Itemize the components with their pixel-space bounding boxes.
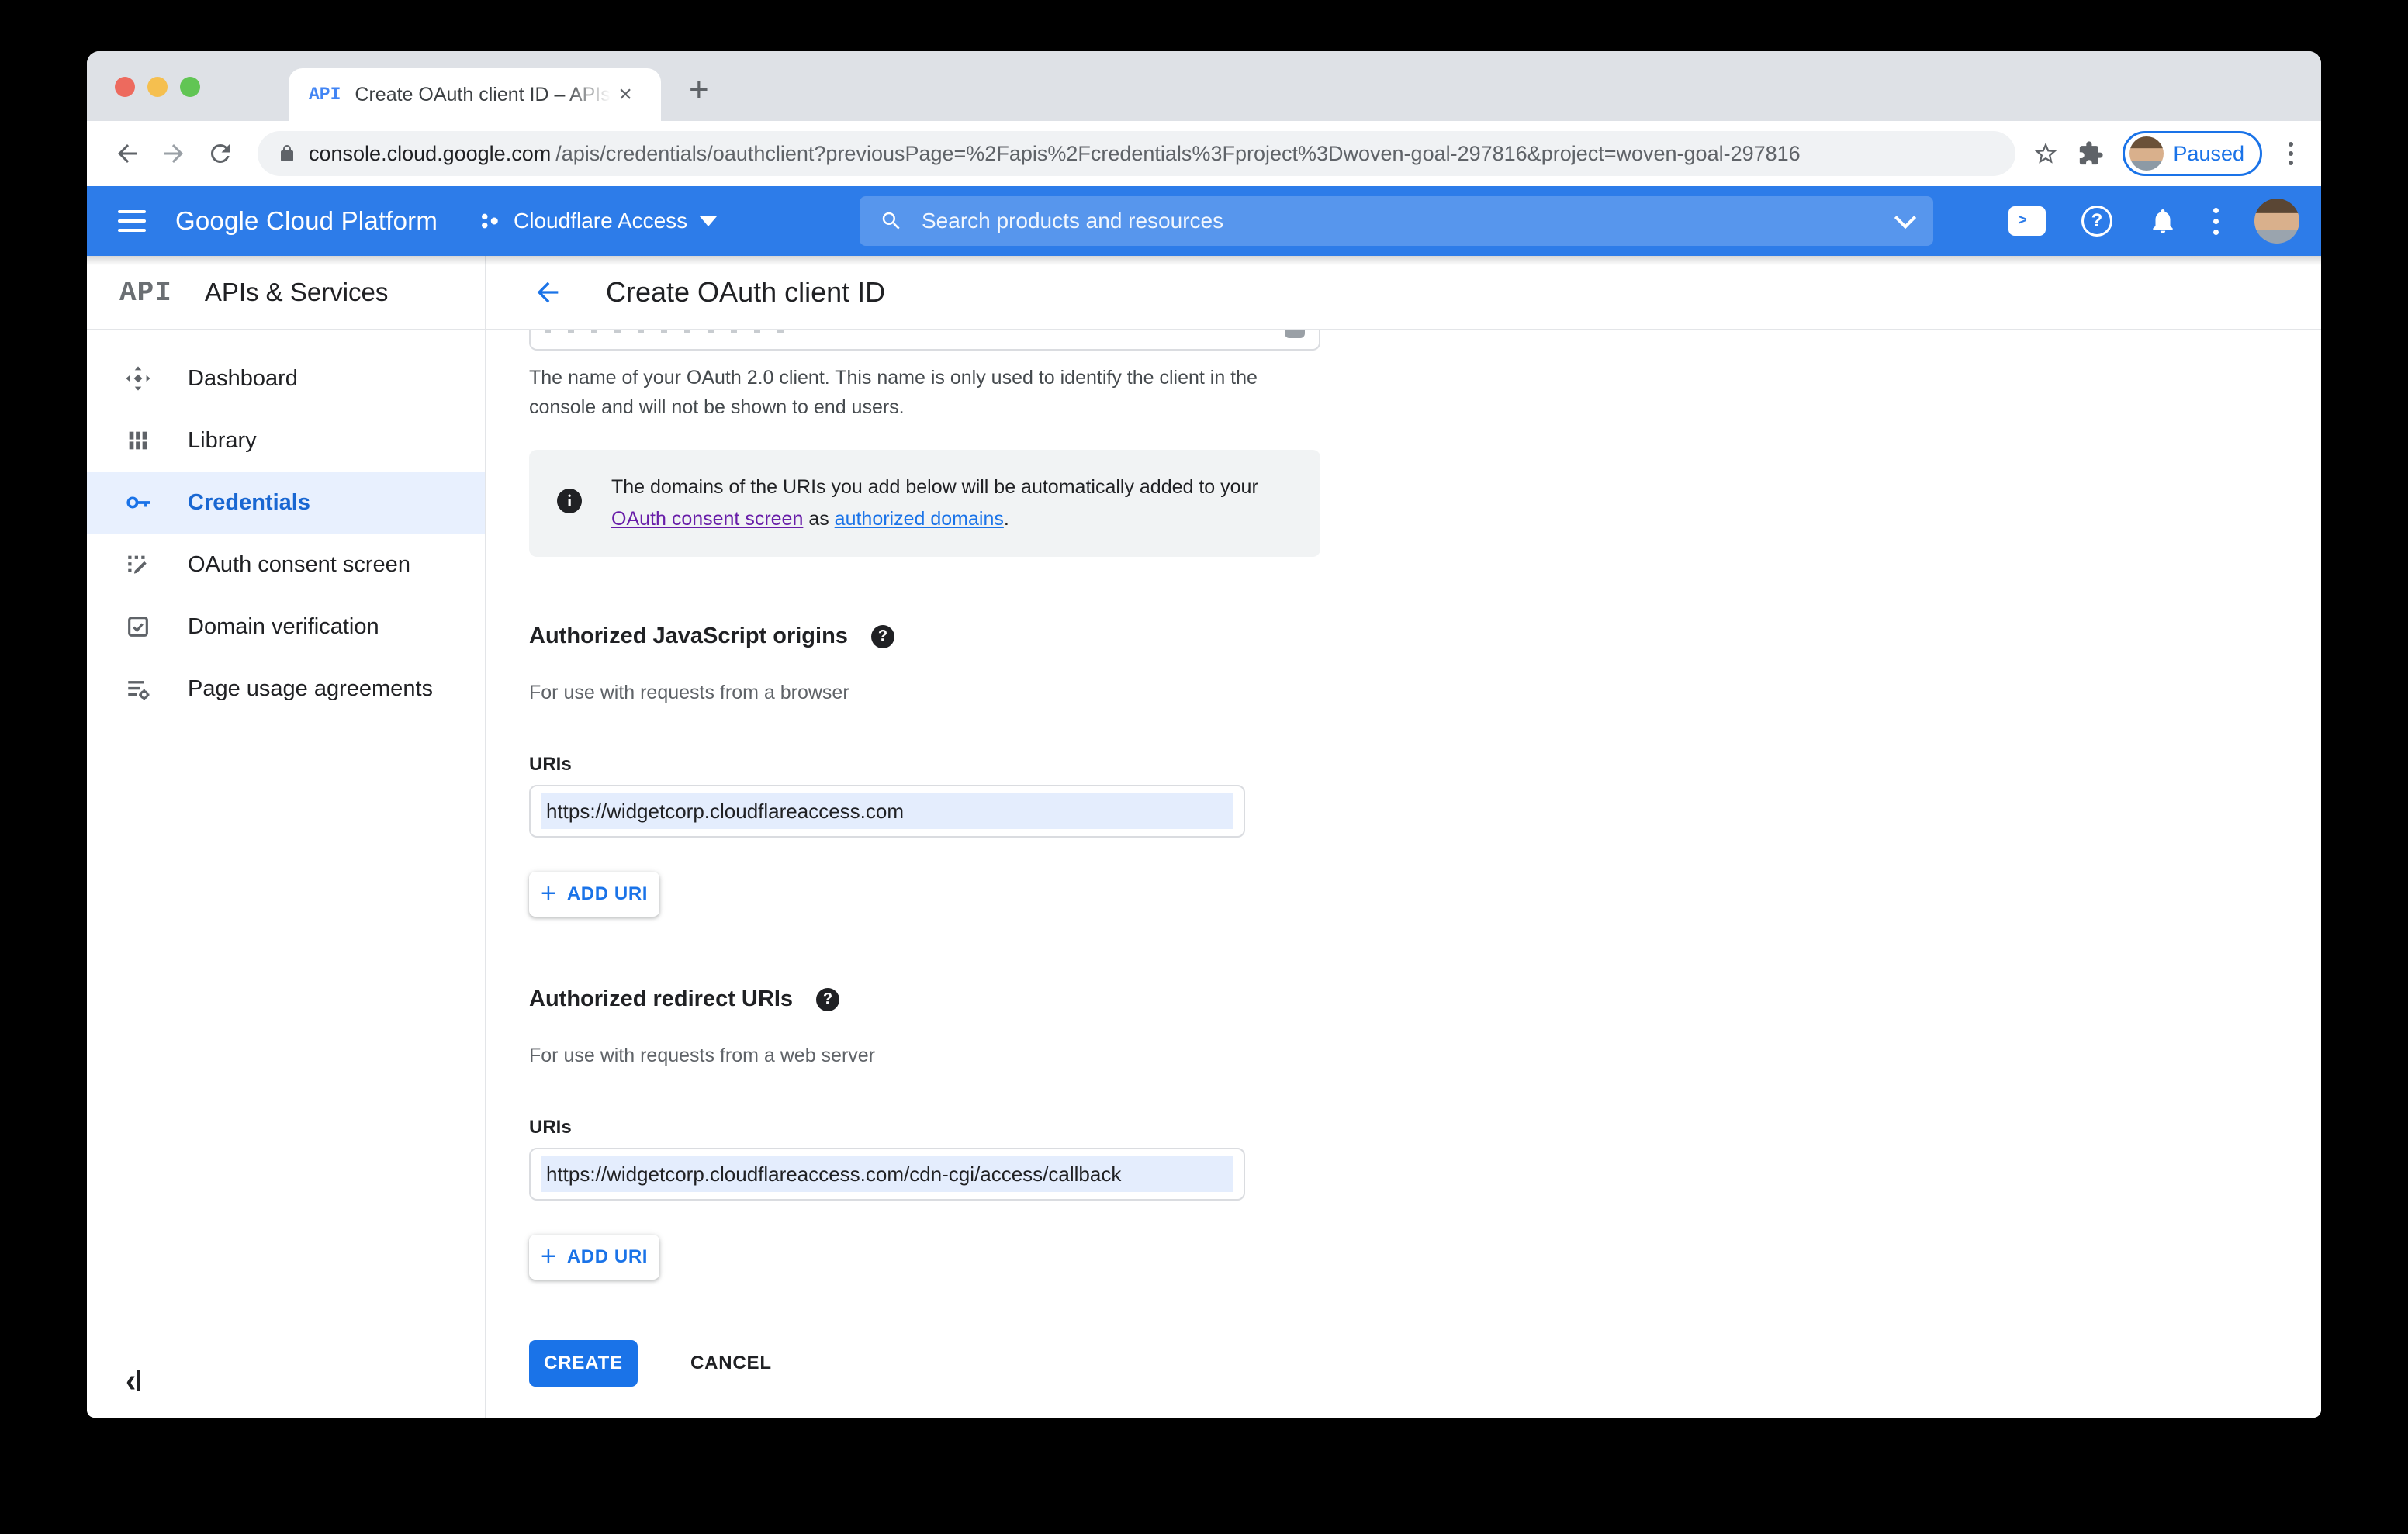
- gcp-header-icons: >_ ?: [2008, 186, 2299, 256]
- consent-screen-icon: [124, 551, 152, 579]
- oauth-consent-screen-link[interactable]: OAuth consent screen: [611, 508, 803, 530]
- search-chevron-down-icon[interactable]: [1894, 206, 1917, 230]
- more-options-icon[interactable]: [2213, 207, 2219, 235]
- lock-icon: [281, 145, 293, 161]
- forward-icon[interactable]: [154, 133, 194, 174]
- zoom-window-button[interactable]: [180, 77, 200, 97]
- bookmark-star-icon[interactable]: [2033, 140, 2059, 167]
- back-icon[interactable]: [107, 133, 147, 174]
- account-avatar[interactable]: [2254, 199, 2299, 244]
- hamburger-menu-icon[interactable]: [118, 210, 146, 232]
- plus-icon: +: [540, 878, 556, 908]
- new-tab-button[interactable]: +: [689, 73, 709, 107]
- dashboard-icon: [124, 364, 152, 392]
- client-name-input[interactable]: [529, 330, 1320, 351]
- profile-paused-button[interactable]: Paused: [2123, 131, 2262, 176]
- help-icon[interactable]: ?: [2081, 206, 2112, 237]
- gcp-brand[interactable]: Google Cloud Platform: [175, 206, 438, 236]
- js-origins-help-icon[interactable]: ?: [870, 624, 894, 648]
- desktop-background: API Create OAuth client ID – APIs & × + …: [0, 0, 2408, 1534]
- notifications-bell-icon[interactable]: [2148, 206, 2178, 236]
- sidebar-item-page-usage-agreements[interactable]: Page usage agreements: [87, 658, 485, 720]
- sidebar-item-credentials[interactable]: Credentials: [87, 472, 485, 534]
- sidebar-item-library[interactable]: Library: [87, 409, 485, 472]
- redirect-uris-subtitle: For use with requests from a web server: [529, 1045, 875, 1066]
- plus-icon: +: [540, 1241, 556, 1271]
- name-helper-text: The name of your OAuth 2.0 client. This …: [529, 367, 1258, 418]
- project-icon: [482, 213, 498, 229]
- close-window-button[interactable]: [115, 77, 135, 97]
- library-icon: [124, 427, 152, 454]
- extensions-puzzle-icon[interactable]: [2078, 140, 2104, 167]
- create-button[interactable]: CREATE: [529, 1340, 638, 1387]
- js-origin-uri-value: https://widgetcorp.cloudflareaccess.com: [541, 793, 1233, 829]
- sidebar: API APIs & Services Dashboard Library Cr…: [87, 256, 486, 1418]
- cloud-shell-icon[interactable]: >_: [2008, 206, 2046, 236]
- address-bar[interactable]: console.cloud.google.com /apis/credentia…: [258, 131, 2016, 176]
- js-origins-heading: Authorized JavaScript origins: [529, 624, 848, 648]
- sidebar-header: API APIs & Services: [87, 256, 485, 330]
- project-name: Cloudflare Access: [514, 209, 688, 233]
- refresh-icon[interactable]: [200, 133, 240, 174]
- info-icon: i: [557, 489, 582, 513]
- form-actions: CREATE CANCEL: [529, 1340, 2321, 1387]
- sidebar-item-oauth-consent-screen[interactable]: OAuth consent screen: [87, 534, 485, 596]
- page-title: Create OAuth client ID: [606, 276, 886, 308]
- js-origins-subtitle: For use with requests from a browser: [529, 682, 849, 703]
- checkbox-icon: [124, 613, 152, 641]
- add-redirect-uri-button[interactable]: + ADD URI: [529, 1235, 659, 1280]
- search-icon: [882, 212, 900, 230]
- redirect-uri-value: https://widgetcorp.cloudflareaccess.com/…: [541, 1156, 1233, 1192]
- browser-window: API Create OAuth client ID – APIs & × + …: [87, 51, 2321, 1418]
- js-origins-uris-label: URIs: [529, 754, 572, 775]
- main-panel: Create OAuth client ID The name of your …: [486, 256, 2321, 1418]
- project-selector[interactable]: Cloudflare Access: [478, 209, 718, 233]
- js-origins-heading-row: Authorized JavaScript origins ?: [529, 624, 2321, 649]
- api-logo: API: [119, 276, 172, 309]
- tab-strip: API Create OAuth client ID – APIs & × +: [87, 51, 2321, 121]
- cancel-button[interactable]: CANCEL: [686, 1352, 777, 1375]
- browser-tab[interactable]: API Create OAuth client ID – APIs & ×: [289, 68, 661, 121]
- redirect-uris-heading: Authorized redirect URIs: [529, 986, 793, 1011]
- avatar: [2129, 136, 2164, 171]
- redirect-uris-help-icon[interactable]: ?: [816, 987, 839, 1011]
- redirect-uris-heading-row: Authorized redirect URIs ?: [529, 986, 2321, 1012]
- paused-label: Paused: [2173, 141, 2244, 165]
- page-title-bar: Create OAuth client ID: [486, 256, 2321, 330]
- info-banner-text: The domains of the URIs you add below wi…: [611, 476, 1258, 530]
- tab-favicon-api-icon: API: [309, 85, 341, 105]
- window-controls: [115, 77, 200, 97]
- redirect-uri-input[interactable]: https://widgetcorp.cloudflareaccess.com/…: [529, 1148, 1245, 1201]
- list-gear-icon: [124, 675, 152, 703]
- key-icon: [124, 489, 152, 517]
- tab-title: Create OAuth client ID – APIs &: [355, 83, 611, 106]
- client-name-clipped-text: [545, 330, 801, 333]
- tab-title-fade: [564, 83, 611, 106]
- authorized-domains-link[interactable]: authorized domains: [835, 508, 1004, 530]
- info-banner: i The domains of the URIs you add below …: [529, 450, 1320, 557]
- toolbar-right-cluster: Paused: [2033, 131, 2301, 176]
- chevron-down-icon: [700, 216, 718, 226]
- sidebar-item-domain-verification[interactable]: Domain verification: [87, 596, 485, 658]
- page-body: API APIs & Services Dashboard Library Cr…: [87, 256, 2321, 1418]
- reset-name-icon[interactable]: [1285, 330, 1305, 338]
- url-domain: console.cloud.google.com: [309, 141, 552, 165]
- url-path: /apis/credentials/oauthclient?previousPa…: [555, 141, 1801, 165]
- gcp-header: Google Cloud Platform Cloudflare Access …: [87, 186, 2321, 256]
- sidebar-title: APIs & Services: [204, 278, 389, 306]
- add-js-origin-uri-button[interactable]: + ADD URI: [529, 872, 659, 917]
- close-tab-icon[interactable]: ×: [618, 83, 632, 106]
- form-content: The name of your OAuth 2.0 client. This …: [486, 330, 2321, 1387]
- sidebar-item-dashboard[interactable]: Dashboard: [87, 347, 485, 409]
- sidebar-nav: Dashboard Library Credentials OAuth cons…: [87, 330, 485, 720]
- redirect-uris-label: URIs: [529, 1117, 572, 1138]
- minimize-window-button[interactable]: [147, 77, 168, 97]
- search-placeholder: Search products and resources: [922, 209, 1224, 233]
- browser-menu-icon[interactable]: [2281, 142, 2301, 165]
- back-arrow-icon[interactable]: [531, 276, 564, 309]
- search-input[interactable]: Search products and resources: [860, 196, 1933, 246]
- js-origin-uri-input[interactable]: https://widgetcorp.cloudflareaccess.com: [529, 785, 1245, 838]
- browser-toolbar: console.cloud.google.com /apis/credentia…: [87, 121, 2321, 186]
- collapse-sidebar-icon[interactable]: ‹: [126, 1363, 141, 1398]
